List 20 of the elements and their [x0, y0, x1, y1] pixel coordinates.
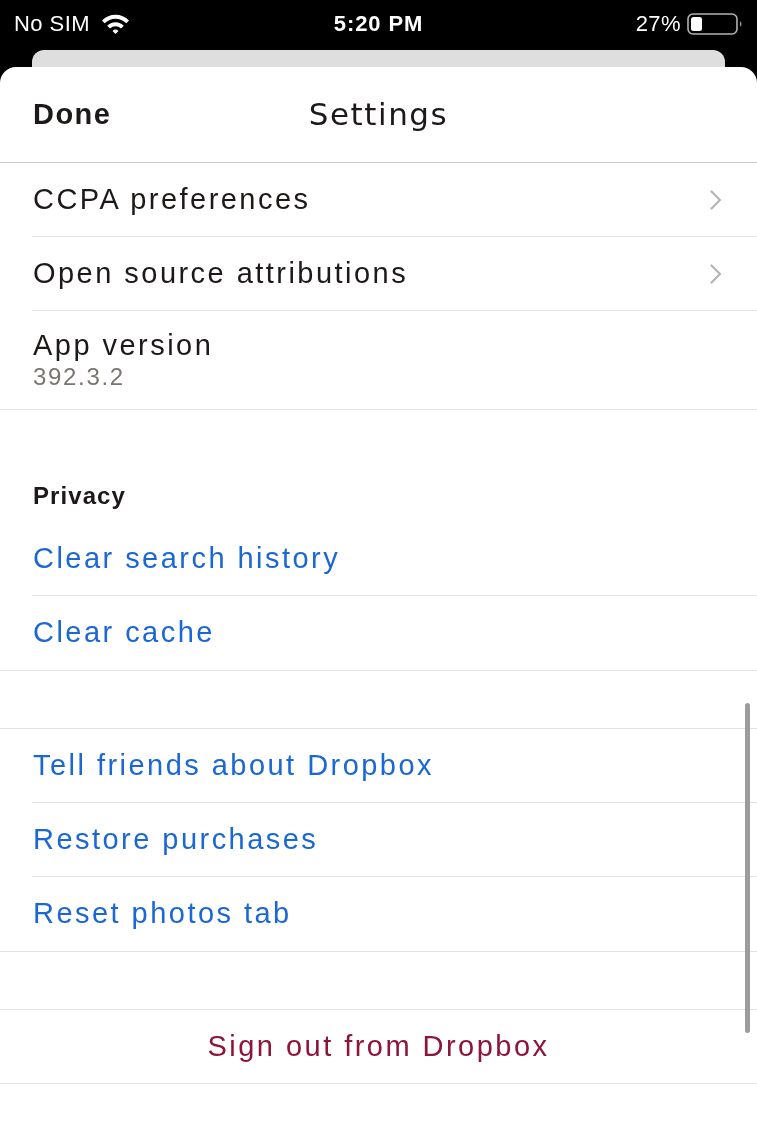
- wifi-icon: [101, 13, 130, 34]
- chevron-right-icon: [710, 263, 722, 284]
- action-link[interactable]: Reset photos tab: [33, 892, 292, 936]
- action-link[interactable]: Clear search history: [33, 536, 341, 581]
- row-label: App version: [33, 328, 214, 362]
- carrier-text: No SIM: [14, 10, 90, 38]
- action-link[interactable]: Tell friends about Dropbox: [33, 743, 434, 788]
- sign-out-button[interactable]: Sign out from Dropbox: [207, 1024, 550, 1069]
- battery-icon: [687, 12, 743, 35]
- status-time: 5:20 PM: [333, 10, 424, 38]
- chevron-right-icon: [710, 189, 722, 210]
- action-link[interactable]: Restore purchases: [33, 817, 319, 862]
- version-text: 392.3.2: [33, 362, 125, 392]
- settings-row[interactable]: Open source attributions: [32, 237, 757, 311]
- done-button[interactable]: Done: [33, 92, 112, 137]
- action-link[interactable]: Clear cache: [33, 611, 215, 655]
- settings-row[interactable]: CCPA preferences: [32, 163, 757, 237]
- section-header: Privacy: [33, 480, 126, 511]
- screen-title: Settings: [308, 95, 449, 135]
- battery-percentage: 27%: [635, 10, 681, 38]
